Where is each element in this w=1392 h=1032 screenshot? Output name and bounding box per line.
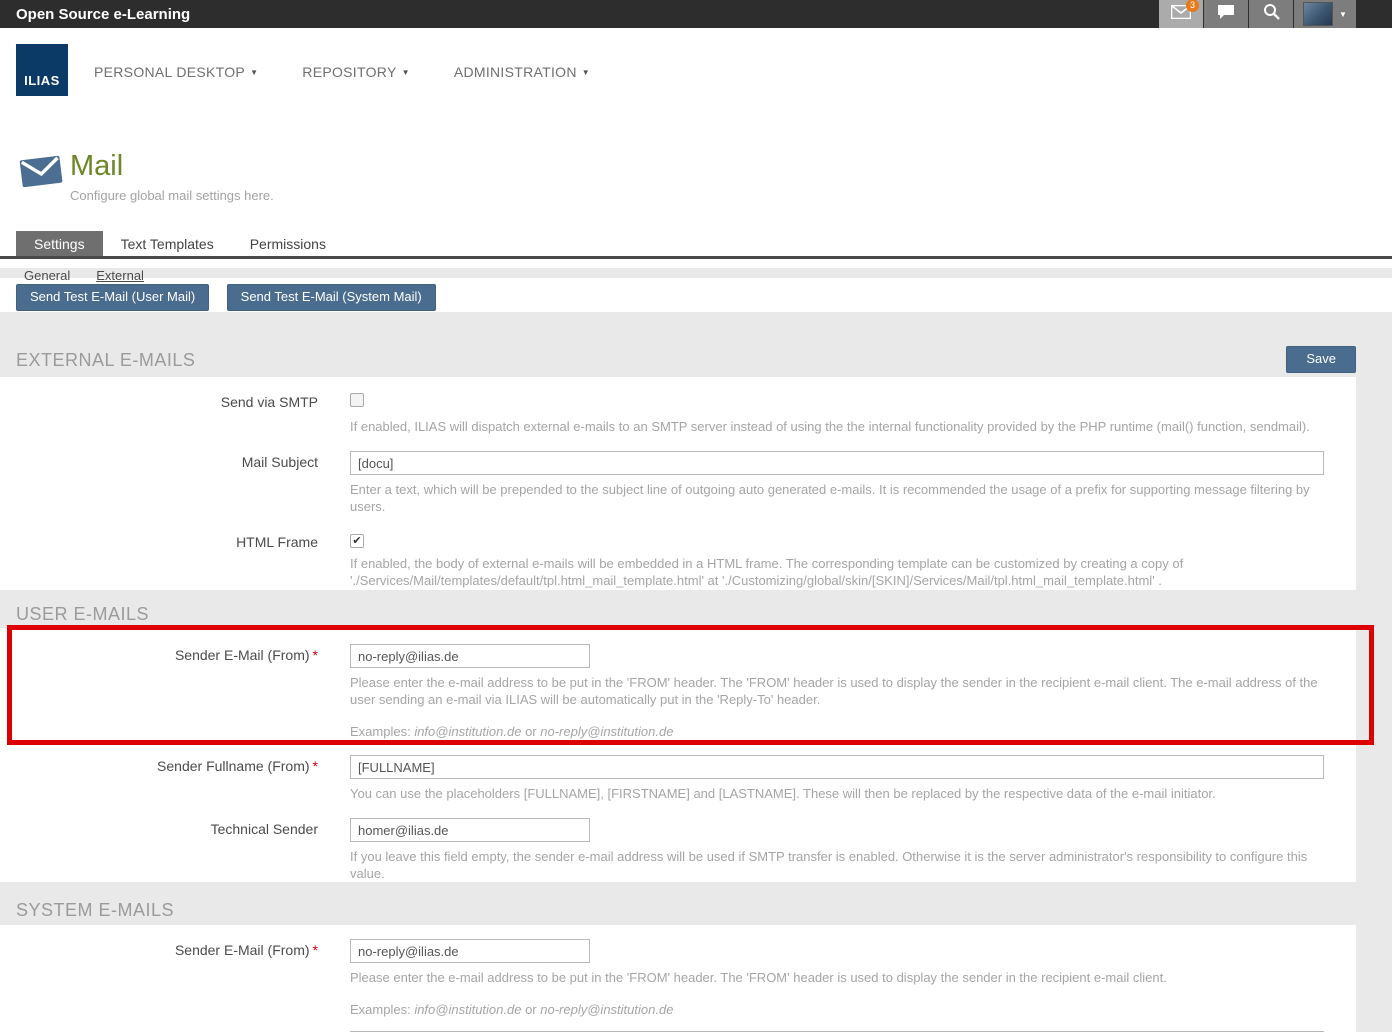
unread-mail-badge: 3 [1186,0,1199,12]
field-label: Send via SMTP [0,391,350,435]
form-row-user-sender-email: Sender E-Mail (From)* Please enter the e… [0,644,1340,739]
nav-personal-desktop[interactable]: PERSONAL DESKTOP▼ [94,64,258,80]
external-emails-heading: EXTERNAL E-MAILS [16,350,195,371]
technical-sender-input[interactable] [350,818,590,842]
field-help: If you leave this field empty, the sende… [350,848,1324,882]
avatar [1303,2,1333,26]
required-asterisk: * [313,758,318,774]
form-row-user-sender-fullname: Sender Fullname (From)* You can use the … [0,755,1340,802]
form-row-send-via-smtp: Send via SMTP If enabled, ILIAS will dis… [0,391,1340,435]
external-emails-header-row: EXTERNAL E-MAILS Save [16,312,1356,377]
chevron-down-icon: ▼ [582,68,590,77]
user-sender-email-input[interactable] [350,644,590,668]
form-row-mail-subject: Mail Subject Enter a text, which will be… [0,451,1340,515]
field-help: If enabled, the body of external e-mails… [350,555,1324,589]
system-emails-panel: Sender E-Mail (From)* Please enter the e… [0,925,1356,1032]
subtab-general[interactable]: General [24,268,70,283]
mail-module-icon [18,152,66,203]
smtp-checkbox[interactable] [350,393,364,407]
save-button[interactable]: Save [1286,346,1356,373]
chevron-down-icon: ▼ [250,68,258,77]
user-sender-fullname-input[interactable] [350,755,1324,779]
user-emails-header-row: USER E-MAILS [16,590,1356,628]
field-help: If enabled, ILIAS will dispatch external… [350,418,1324,435]
tab-text-templates[interactable]: Text Templates [103,231,232,256]
field-label: Technical Sender [0,818,350,882]
field-label: HTML Frame [0,531,350,589]
tab-permissions[interactable]: Permissions [232,231,344,256]
page-header: ILIAS PERSONAL DESKTOP▼ REPOSITORY▼ ADMI… [0,28,1392,268]
search-icon [1263,3,1280,25]
top-bar: Open Source e-Learning 3 ▼ [0,0,1392,28]
mail-inbox-button[interactable]: 3 [1159,0,1203,28]
user-emails-panel: Sender E-Mail (From)* Please enter the e… [0,628,1356,882]
required-asterisk: * [313,942,318,958]
test-mail-button-row: Send Test E-Mail (User Mail) Send Test E… [0,278,1392,312]
main-navigation: PERSONAL DESKTOP▼ REPOSITORY▼ ADMINISTRA… [94,64,634,80]
tab-bar: Settings Text Templates Permissions [0,231,1392,259]
form-row-technical-sender: Technical Sender If you leave this field… [0,818,1340,882]
check-icon: ✔ [352,535,361,547]
site-title: Open Source e-Learning [0,6,190,23]
chevron-down-icon: ▼ [1339,10,1347,19]
system-emails-heading: SYSTEM E-MAILS [16,900,174,921]
required-asterisk: * [313,647,318,663]
ilias-logo[interactable]: ILIAS [16,44,68,96]
tab-settings[interactable]: Settings [16,231,103,256]
field-examples: Examples: info@institution.de or no-repl… [350,724,1324,739]
system-emails-header-row: SYSTEM E-MAILS [16,882,1356,925]
mail-subject-input[interactable] [350,451,1324,475]
search-button[interactable] [1249,0,1293,28]
subtab-external[interactable]: External [96,268,144,283]
send-test-system-mail-button[interactable]: Send Test E-Mail (System Mail) [227,284,436,311]
send-test-user-mail-button[interactable]: Send Test E-Mail (User Mail) [16,284,209,311]
field-label: Sender E-Mail (From)* [0,939,350,1032]
field-help: Enter a text, which will be prepended to… [350,481,1324,515]
chevron-down-icon: ▼ [402,68,410,77]
form-row-html-frame: HTML Frame ✔ If enabled, the body of ext… [0,531,1340,589]
user-menu-button[interactable]: ▼ [1294,0,1356,28]
field-label: Sender Fullname (From)* [0,755,350,802]
page-title-block: Mail Configure global mail settings here… [18,150,274,203]
field-label: Mail Subject [0,451,350,515]
field-label: Sender E-Mail (From)* [0,644,350,739]
topbar-icon-group: 3 ▼ [1158,0,1356,28]
nav-administration[interactable]: ADMINISTRATION▼ [454,64,590,80]
field-examples: Examples: info@institution.de or no-repl… [350,1002,1324,1017]
field-help: Please enter the e-mail address to be pu… [350,969,1324,986]
chat-icon [1217,4,1235,25]
html-frame-checkbox[interactable]: ✔ [350,534,364,548]
field-help: You can use the placeholders [FULLNAME],… [350,785,1324,802]
page-title: Mail [70,150,274,182]
form-row-system-sender-email: Sender E-Mail (From)* Please enter the e… [0,939,1340,1032]
system-sender-email-input[interactable] [350,939,590,963]
nav-repository[interactable]: REPOSITORY▼ [302,64,410,80]
subtab-bar: General External [24,268,170,283]
field-help: Please enter the e-mail address to be pu… [350,674,1324,708]
user-emails-heading: USER E-MAILS [16,604,149,625]
chat-button[interactable] [1204,0,1248,28]
external-emails-panel: Send via SMTP If enabled, ILIAS will dis… [0,377,1356,590]
page-subtitle: Configure global mail settings here. [70,188,274,203]
